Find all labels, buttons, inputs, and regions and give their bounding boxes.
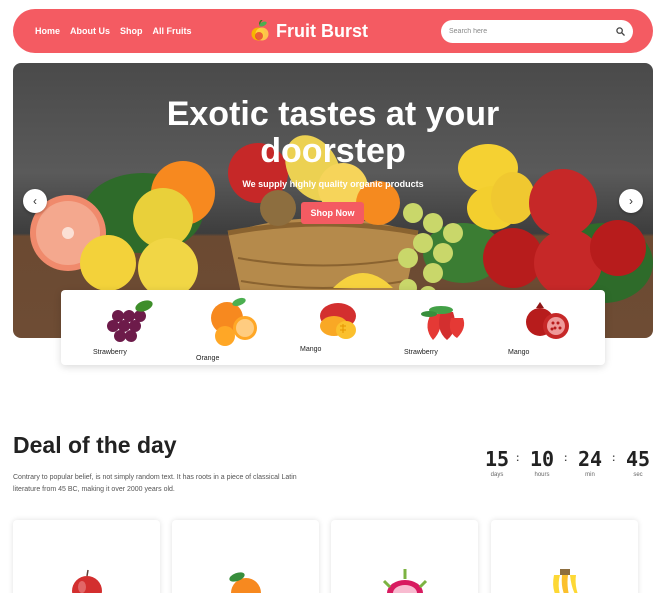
grapes-icon [107, 300, 153, 342]
chevron-left-icon: ‹ [33, 194, 37, 208]
countdown-value: 45 [625, 447, 651, 471]
category-item[interactable]: Strawberry [86, 290, 166, 365]
product-card[interactable] [13, 520, 160, 593]
nav-link-all-fruits[interactable]: All Fruits [153, 26, 192, 36]
carousel-prev-button[interactable]: ‹ [23, 189, 47, 213]
search-input[interactable] [449, 28, 616, 35]
strawberry-icon [421, 306, 465, 340]
apple-icon [71, 569, 102, 593]
deal-description: Contrary to popular belief, is not simpl… [13, 474, 297, 493]
category-label: Mango [508, 349, 530, 356]
countdown-label: days [490, 472, 504, 478]
product-card[interactable] [172, 520, 319, 593]
top-navbar: Home About Us Shop All Fruits Fruit Burs… [13, 9, 653, 53]
category-item[interactable]: Strawberry [401, 290, 481, 365]
nav-links: Home About Us Shop All Fruits [35, 9, 192, 53]
category-label: Mango [300, 346, 322, 353]
countdown-separator: : [612, 453, 616, 464]
carousel-next-button[interactable]: › [619, 189, 643, 213]
countdown-value: 24 [577, 447, 603, 471]
banana-icon [552, 569, 578, 593]
nav-link-shop[interactable]: Shop [120, 26, 143, 36]
countdown-minutes: 24 min [573, 447, 607, 478]
orange-icon [228, 572, 261, 593]
category-label: Strawberry [404, 349, 438, 356]
shop-now-button[interactable]: Shop Now [301, 202, 364, 224]
countdown-value: 10 [529, 447, 555, 471]
countdown-label: min [585, 472, 595, 478]
category-item[interactable]: Orange [191, 290, 271, 365]
chevron-right-icon: › [629, 194, 633, 208]
hero-subtitle: We supply highly quality organic product… [242, 179, 424, 189]
countdown-days: 15 days [480, 447, 514, 478]
nav-link-home[interactable]: Home [35, 26, 60, 36]
countdown-seconds: 45 sec [621, 447, 655, 478]
orange-icon [211, 297, 257, 346]
search-box [441, 20, 633, 43]
category-strip: Strawberry Orange Mango Strawberry Mango [61, 290, 605, 365]
brand-name: Fruit Burst [276, 20, 368, 41]
mango-icon [320, 303, 356, 339]
countdown-label: sec [633, 472, 643, 478]
hero-title: Exotic tastes at your doorstep [166, 95, 500, 170]
search-icon[interactable] [616, 27, 625, 36]
dragonfruit-icon [382, 569, 427, 593]
category-label: Strawberry [93, 349, 127, 356]
countdown-value: 15 [484, 447, 510, 471]
product-card[interactable] [491, 520, 638, 593]
countdown-separator: : [564, 453, 568, 464]
category-item[interactable]: Mango [506, 290, 586, 365]
nav-link-about-us[interactable]: About Us [70, 26, 110, 36]
countdown-hours: 10 hours [525, 447, 559, 478]
category-label: Orange [196, 355, 220, 362]
fruit-logo-icon [251, 20, 269, 41]
countdown-separator: : [516, 453, 520, 464]
deal-title: Deal of the day [13, 432, 177, 458]
countdown-timer: 15 days : 10 hours : 24 min : 45 sec [480, 447, 655, 487]
category-item[interactable]: Mango [296, 290, 376, 365]
pomegranate-icon [526, 302, 569, 339]
product-card[interactable] [331, 520, 478, 593]
brand-logo[interactable]: Fruit Burst [250, 19, 368, 43]
countdown-label: hours [534, 472, 550, 478]
